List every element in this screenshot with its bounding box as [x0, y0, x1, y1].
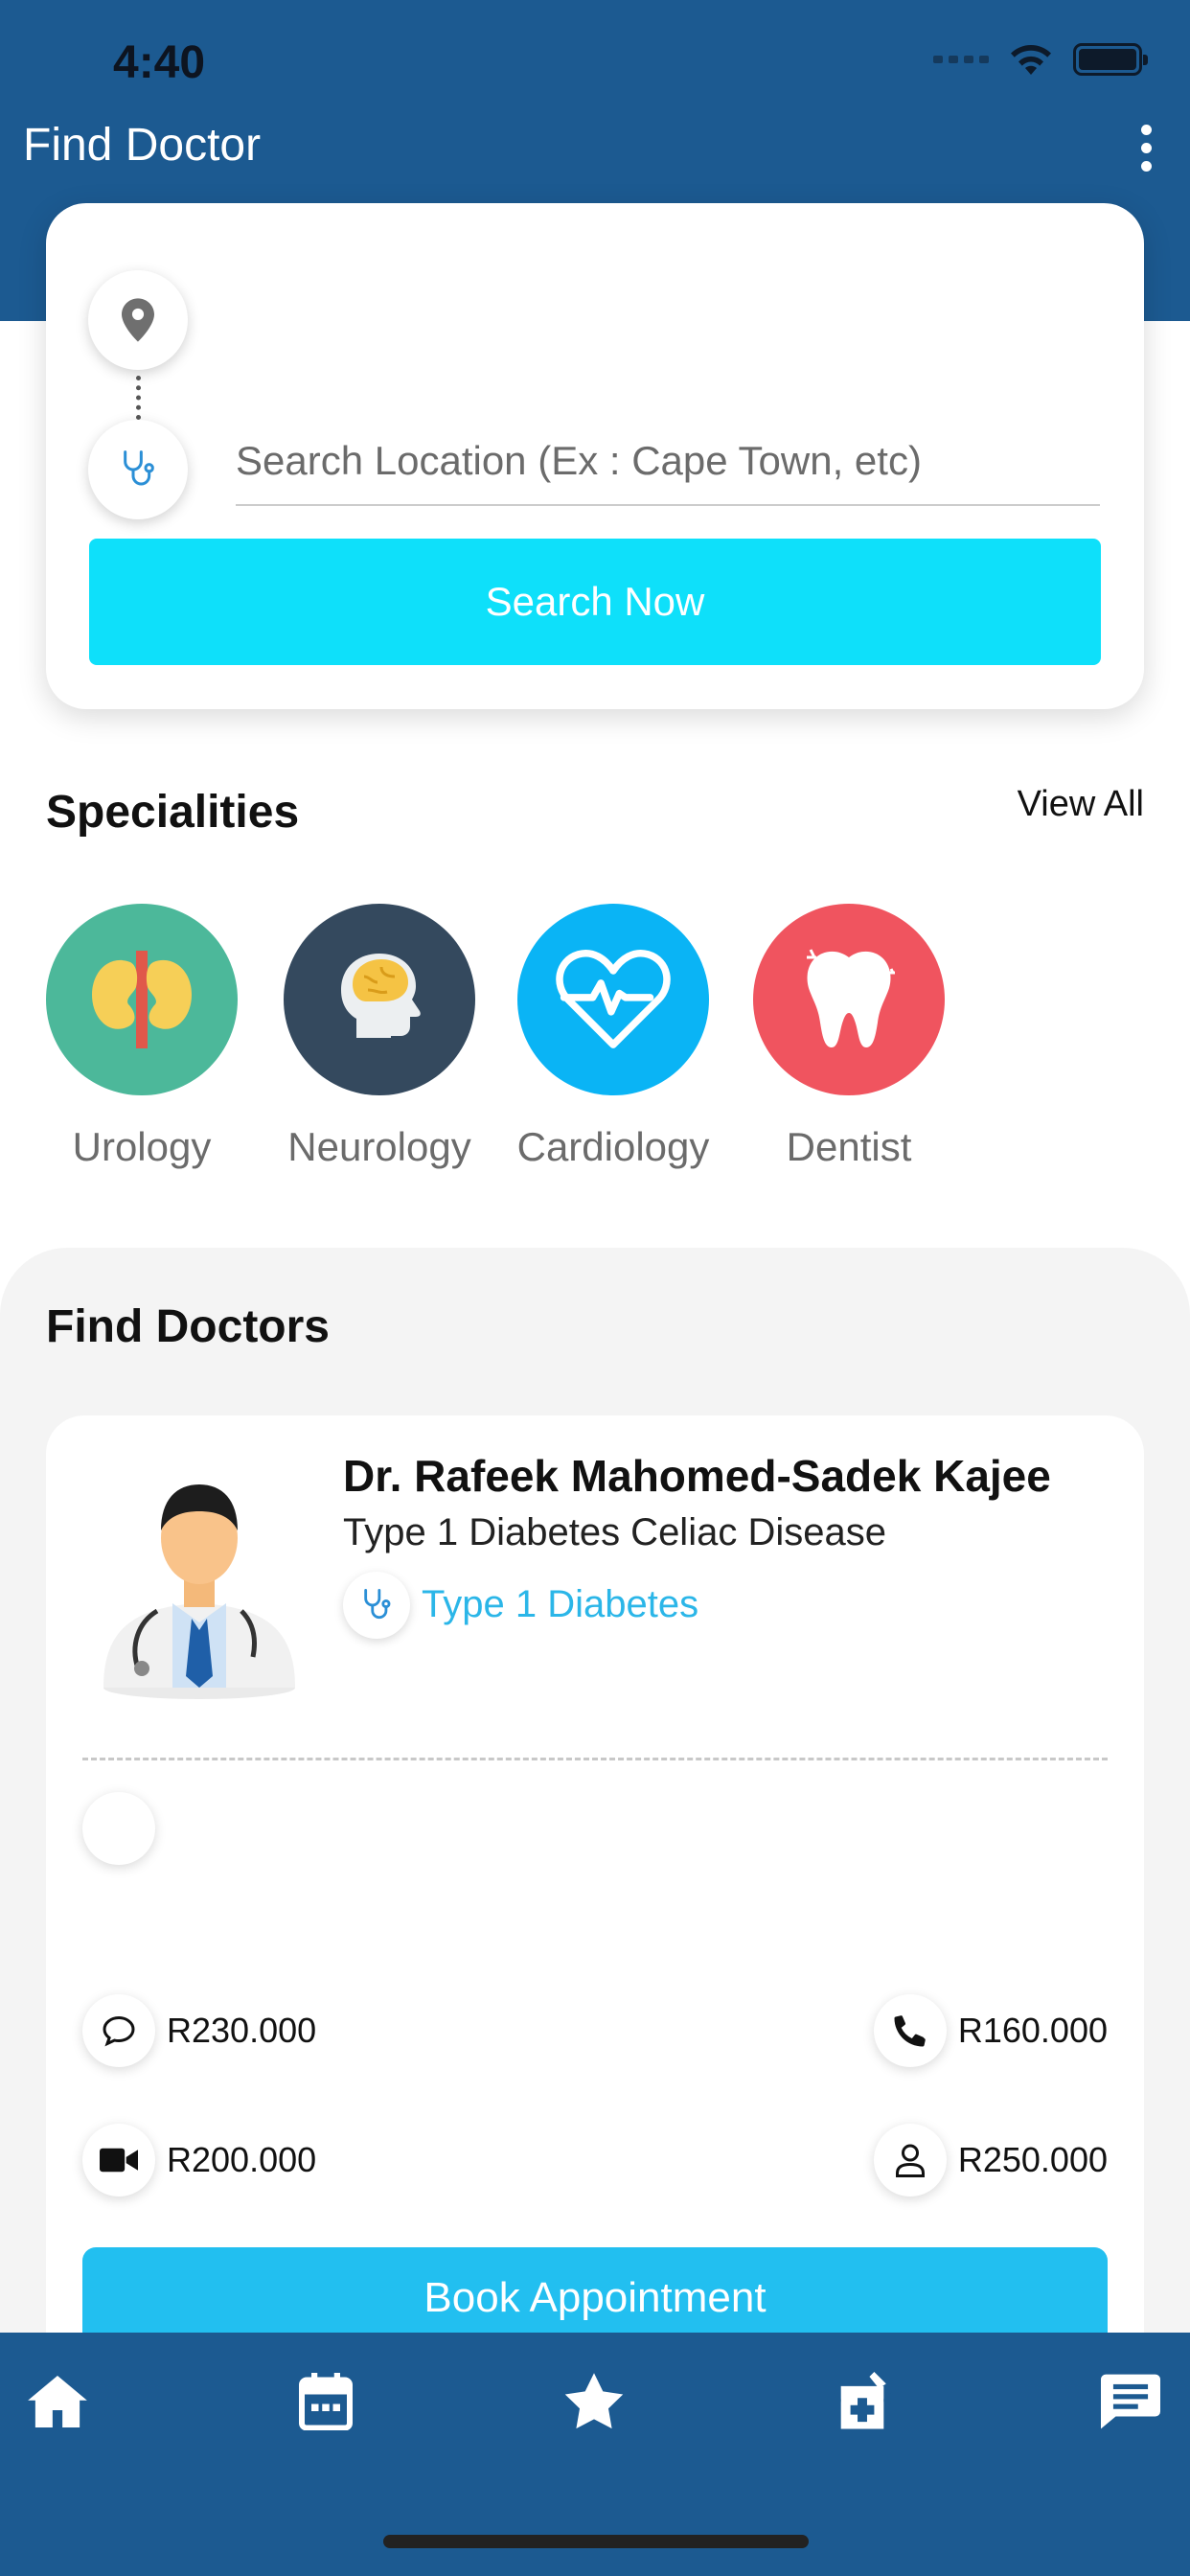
speciality-urology[interactable]: Urology — [27, 904, 257, 1170]
speciality-cardiology[interactable]: Cardiology — [498, 904, 728, 1170]
chat-price[interactable]: R230.000 — [82, 1994, 316, 2067]
speciality-label: Cardiology — [516, 1124, 710, 1169]
status-time: 4:40 — [113, 37, 206, 88]
price-value: R230.000 — [167, 2011, 317, 2050]
search-location-input[interactable] — [236, 418, 1100, 506]
speciality-neurology[interactable]: Neurology — [264, 904, 494, 1170]
view-all-link[interactable]: View All — [1018, 784, 1144, 825]
chat-bubble-icon — [82, 1994, 155, 2067]
location-pin-icon — [88, 270, 188, 370]
video-price[interactable]: R200.000 — [82, 2124, 316, 2196]
battery-icon — [1073, 43, 1148, 76]
doctor-name: Dr. Rafeek Mahomed-Sadek Kajee — [343, 1451, 1051, 1501]
calendar-icon[interactable] — [287, 2363, 364, 2440]
speciality-label: Urology — [72, 1124, 212, 1169]
rating-indicator — [82, 1792, 155, 1865]
stethoscope-icon — [343, 1572, 410, 1639]
person-icon — [873, 2124, 947, 2196]
medical-bag-icon[interactable] — [824, 2363, 901, 2440]
specialities-title: Specialities — [46, 787, 300, 838]
home-indicator — [383, 2535, 809, 2548]
doctor-speciality: Type 1 Diabetes — [422, 1583, 699, 1625]
kidney-icon — [46, 904, 238, 1095]
heartbeat-icon — [517, 904, 709, 1095]
tooth-icon — [753, 904, 945, 1095]
connector-line — [136, 376, 141, 420]
price-value: R200.000 — [167, 2140, 317, 2179]
doctor-avatar — [84, 1454, 314, 1703]
signal-icon — [933, 56, 989, 63]
price-value: R250.000 — [957, 2140, 1108, 2179]
phone-icon — [873, 1994, 947, 2067]
in-person-price[interactable]: R250.000 — [873, 2124, 1108, 2196]
search-now-button[interactable]: Search Now — [89, 539, 1101, 665]
doctor-card[interactable]: Dr. Rafeek Mahomed-Sadek Kajee Type 1 Di… — [46, 1415, 1144, 2374]
speciality-dentist[interactable]: Dentist — [734, 904, 964, 1170]
wifi-icon — [1011, 45, 1051, 75]
price-value: R160.000 — [957, 2011, 1108, 2050]
doctor-description: Type 1 Diabetes Celiac Disease — [343, 1511, 886, 1553]
call-price[interactable]: R160.000 — [873, 1994, 1108, 2067]
message-icon[interactable] — [1092, 2363, 1169, 2440]
page-title: Find Doctor — [23, 120, 262, 171]
divider — [82, 1758, 1108, 1760]
find-doctors-title: Find Doctors — [46, 1301, 330, 1352]
more-vert-icon[interactable] — [1141, 125, 1152, 172]
star-icon[interactable] — [556, 2363, 632, 2440]
video-camera-icon — [82, 2124, 155, 2196]
speciality-label: Neurology — [287, 1124, 471, 1169]
brain-icon — [284, 904, 475, 1095]
speciality-label: Dentist — [786, 1124, 912, 1169]
status-indicators — [933, 42, 1148, 77]
home-icon[interactable] — [19, 2363, 96, 2440]
stethoscope-icon — [88, 420, 188, 519]
